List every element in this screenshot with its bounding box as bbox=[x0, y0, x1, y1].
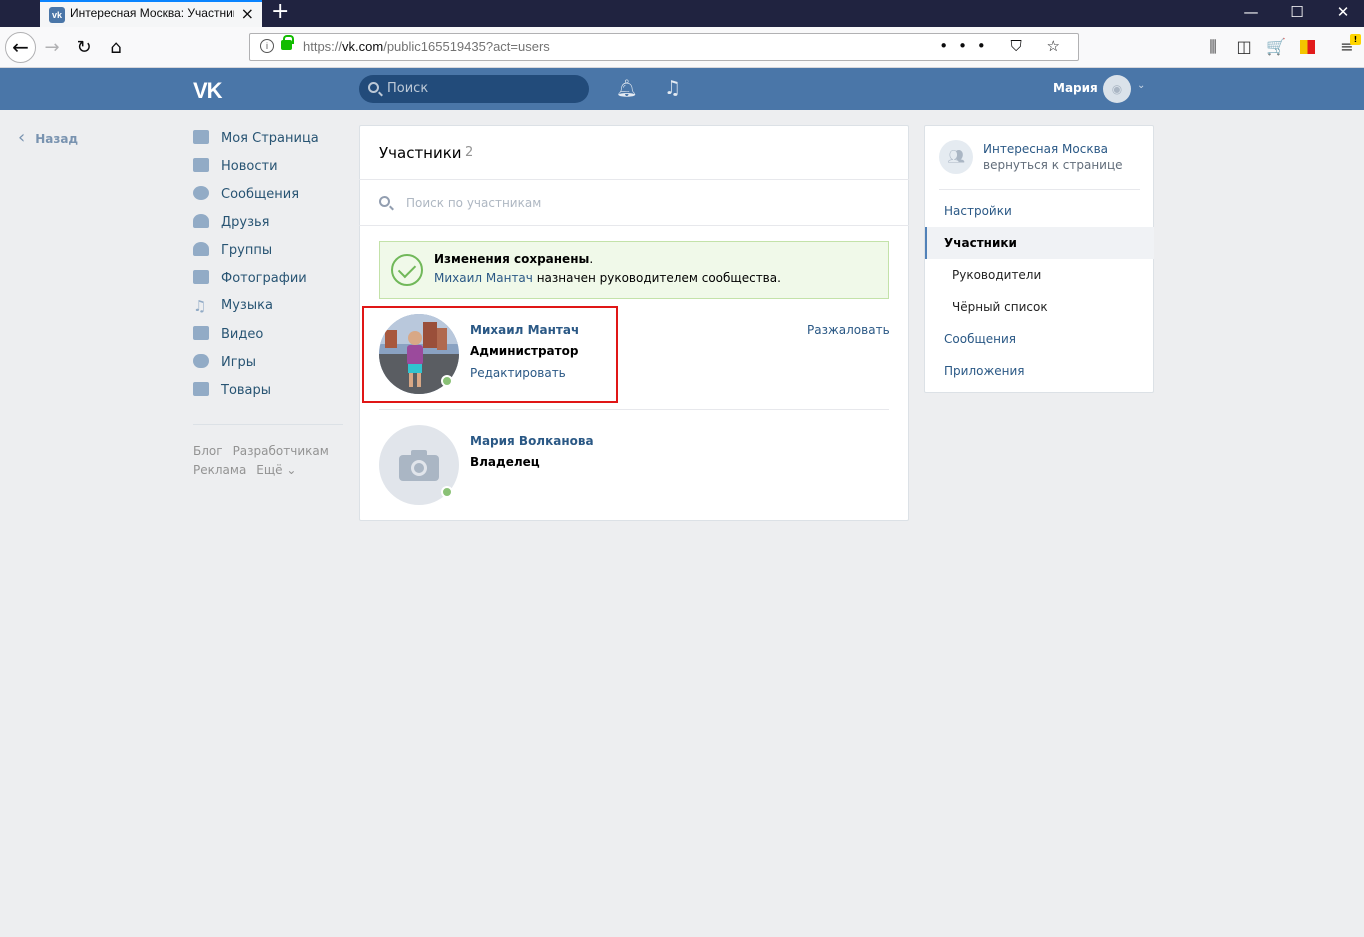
close-window-button[interactable]: ✕ bbox=[1331, 3, 1355, 21]
member-name[interactable]: Мария Волканова bbox=[470, 434, 594, 448]
music-note-icon[interactable]: ♫ bbox=[664, 77, 681, 99]
notifications-bell-icon[interactable]: 🔔︎ bbox=[616, 79, 638, 99]
home-icon bbox=[193, 130, 209, 144]
menu-managers[interactable]: Руководители bbox=[925, 259, 1154, 291]
header-search[interactable]: Поиск bbox=[359, 75, 589, 103]
notice-title: Изменения сохранены. bbox=[434, 252, 594, 266]
menu-messages[interactable]: Сообщения bbox=[925, 323, 1154, 355]
page-title: Участники bbox=[379, 144, 462, 162]
reload-icon[interactable]: ↻ bbox=[71, 35, 97, 61]
footer-link-developers[interactable]: Разработчикам bbox=[233, 444, 329, 458]
nav-friends[interactable]: Друзья bbox=[193, 214, 270, 234]
games-icon bbox=[193, 354, 209, 368]
notice-text: Михаил Мантач назначен руководителем соо… bbox=[434, 271, 781, 285]
goods-icon bbox=[193, 382, 209, 396]
browser-tab[interactable]: vk Интересная Москва: Участники × bbox=[40, 0, 262, 27]
sidebar-divider bbox=[939, 189, 1140, 190]
nav-messages[interactable]: Сообщения bbox=[193, 186, 299, 206]
search-divider bbox=[359, 225, 909, 226]
header-user-name[interactable]: Мария bbox=[1053, 81, 1098, 95]
footer-link-ads[interactable]: Реклама bbox=[193, 463, 246, 477]
back-to-page-link[interactable]: вернуться к странице bbox=[983, 158, 1123, 172]
minimize-button[interactable]: — bbox=[1239, 3, 1263, 21]
tab-close-icon[interactable]: × bbox=[241, 5, 254, 23]
member-role: Владелец bbox=[470, 455, 540, 469]
home-icon[interactable]: ⌂ bbox=[103, 35, 129, 61]
back-arrow-icon[interactable]: ← bbox=[5, 32, 36, 63]
menu-members[interactable]: Участники bbox=[925, 227, 1154, 259]
video-icon bbox=[193, 326, 209, 340]
row-divider bbox=[379, 409, 889, 410]
groups-icon bbox=[193, 242, 209, 256]
sidebar-icon[interactable]: ◫ bbox=[1234, 37, 1254, 57]
header-divider bbox=[359, 179, 909, 180]
menu-settings[interactable]: Настройки bbox=[925, 195, 1154, 227]
back-link[interactable]: ‹ Назад bbox=[18, 127, 78, 148]
check-circle-icon bbox=[391, 254, 423, 286]
vk-favicon-icon: vk bbox=[49, 7, 65, 23]
search-icon bbox=[368, 82, 379, 93]
members-search-input[interactable] bbox=[398, 192, 888, 214]
nav-groups[interactable]: Группы bbox=[193, 242, 272, 262]
footer-link-more[interactable]: Ещё ⌄ bbox=[256, 463, 296, 477]
vk-logo[interactable]: VK bbox=[193, 78, 223, 104]
group-avatar-icon[interactable]: 👥︎ bbox=[939, 140, 973, 174]
nav-games[interactable]: Игры bbox=[193, 354, 256, 374]
info-icon[interactable]: i bbox=[260, 39, 274, 53]
url-text: https://vk.com/public165519435?act=users bbox=[303, 39, 550, 54]
photos-icon bbox=[193, 270, 209, 284]
notice-user-link[interactable]: Михаил Мантач bbox=[434, 271, 533, 285]
forward-arrow-icon[interactable]: → bbox=[39, 35, 65, 61]
menu-apps[interactable]: Приложения bbox=[925, 355, 1154, 387]
update-badge-icon: ! bbox=[1350, 34, 1361, 45]
cart-icon[interactable]: 🛒 bbox=[1266, 37, 1286, 57]
footer-link-blog[interactable]: Блог bbox=[193, 444, 223, 458]
menu-blacklist[interactable]: Чёрный список bbox=[925, 291, 1154, 323]
library-icon[interactable]: ⫼ bbox=[1203, 37, 1223, 57]
header-search-placeholder: Поиск bbox=[387, 81, 429, 96]
members-count: 2 bbox=[465, 145, 474, 160]
success-notice bbox=[379, 241, 889, 299]
left-divider bbox=[193, 424, 343, 425]
chevron-left-icon: ‹ bbox=[18, 127, 26, 148]
messages-icon bbox=[193, 186, 209, 200]
footer-links: Блог Разработчикам Реклама Ещё ⌄ bbox=[193, 442, 343, 480]
news-icon bbox=[193, 158, 209, 172]
highlight-box bbox=[362, 306, 618, 403]
nav-video[interactable]: Видео bbox=[193, 326, 263, 346]
online-indicator bbox=[441, 486, 453, 498]
nav-news[interactable]: Новости bbox=[193, 158, 278, 178]
tab-title: Интересная Москва: Участники bbox=[70, 6, 234, 20]
nav-goods[interactable]: Товары bbox=[193, 382, 271, 402]
url-bar[interactable]: i https://vk.com/public165519435?act=use… bbox=[249, 33, 1079, 61]
lock-icon bbox=[281, 35, 294, 50]
nav-photos[interactable]: Фотографии bbox=[193, 270, 307, 290]
nav-my-page[interactable]: Моя Страница bbox=[193, 130, 319, 150]
new-tab-button[interactable]: + bbox=[271, 0, 289, 24]
group-name-link[interactable]: Интересная Москва bbox=[983, 142, 1108, 156]
bookmark-extension-icon[interactable] bbox=[1300, 40, 1315, 54]
chevron-down-icon[interactable]: ⌄ bbox=[1137, 80, 1145, 91]
friends-icon bbox=[193, 214, 209, 228]
maximize-button[interactable]: ☐ bbox=[1285, 3, 1309, 21]
music-icon: ♫ bbox=[193, 297, 207, 315]
user-avatar[interactable]: ◉ bbox=[1103, 75, 1131, 103]
page-actions-icon[interactable]: ••• ⛉ ☆ bbox=[939, 37, 1070, 55]
demote-member-link[interactable]: Разжаловать bbox=[807, 323, 890, 337]
search-icon bbox=[379, 196, 390, 207]
nav-music[interactable]: ♫ Музыка bbox=[193, 298, 273, 318]
